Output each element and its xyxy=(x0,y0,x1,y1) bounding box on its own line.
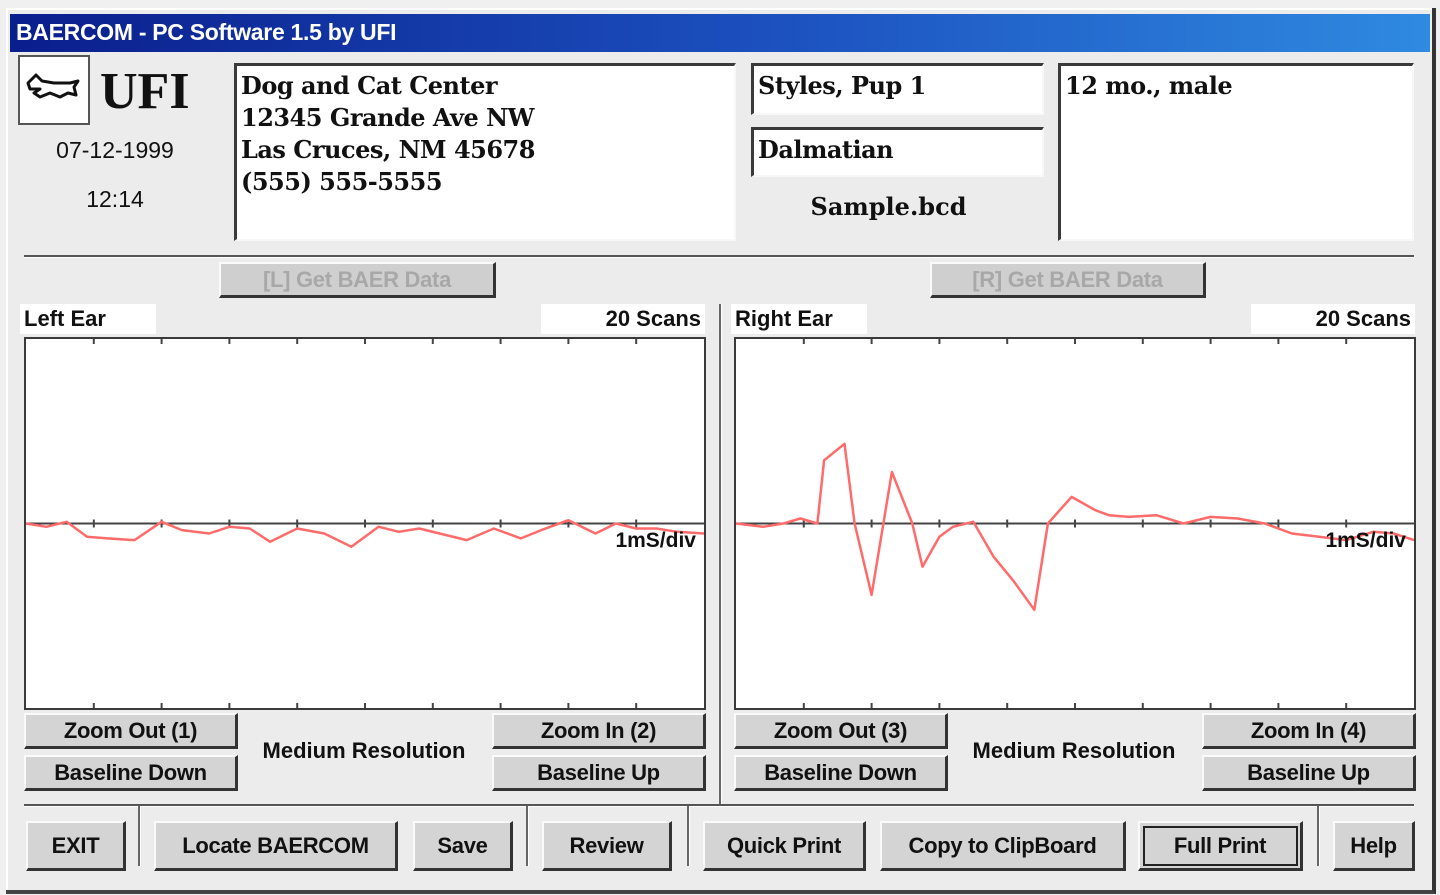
breed-field[interactable]: Dalmatian xyxy=(751,127,1044,177)
time-label: 12:14 xyxy=(86,186,144,212)
date-label: 07-12-1999 xyxy=(56,137,174,163)
file-name-label: Sample.bcd xyxy=(810,192,967,221)
review-button[interactable]: Review xyxy=(542,821,672,871)
toolbar-separator xyxy=(526,806,528,866)
address-line: Dog and Cat Center xyxy=(241,71,498,100)
address-line: Las Cruces, NM 45678 xyxy=(241,135,535,164)
right-scale-label: 1mS/div xyxy=(1325,529,1406,552)
left-zoom-out-button[interactable]: Zoom Out (1) xyxy=(24,713,238,749)
right-baseline-down-button[interactable]: Baseline Down xyxy=(734,755,948,791)
running-dog-icon xyxy=(18,55,90,125)
copy-to-clipboard-button[interactable]: Copy to ClipBoard xyxy=(880,821,1126,871)
right-baseline-up-button[interactable]: Baseline Up xyxy=(1202,755,1416,791)
left-baseline-down-button[interactable]: Baseline Down xyxy=(24,755,238,791)
toolbar-separator xyxy=(1317,806,1319,866)
left-scale-label: 1mS/div xyxy=(615,529,696,552)
quick-print-button[interactable]: Quick Print xyxy=(703,821,866,871)
right-zoom-in-button[interactable]: Zoom In (4) xyxy=(1202,713,1416,749)
left-ear-plot: 1mS/div xyxy=(24,337,706,710)
clinic-address-box[interactable]: Dog and Cat Center 12345 Grande Ave NW L… xyxy=(234,63,736,241)
right-get-baer-data-button[interactable]: [R] Get BAER Data xyxy=(930,262,1206,298)
toolbar-separator xyxy=(687,806,689,866)
full-print-button[interactable]: Full Print xyxy=(1138,821,1303,871)
right-resolution-label: Medium Resolution xyxy=(972,738,1176,763)
patient-info-box[interactable]: 12 mo., male xyxy=(1058,63,1414,241)
help-button[interactable]: Help xyxy=(1333,821,1415,871)
left-ear-label: Left Ear xyxy=(20,304,156,334)
address-line: (555) 555-5555 xyxy=(241,167,443,196)
right-ear-chart xyxy=(736,339,1414,708)
locate-baercom-button[interactable]: Locate BAERCOM xyxy=(154,821,398,871)
right-ear-plot: 1mS/div xyxy=(734,337,1416,710)
save-button[interactable]: Save xyxy=(413,821,513,871)
left-zoom-in-button[interactable]: Zoom In (2) xyxy=(492,713,706,749)
ufi-logo-text: UFI xyxy=(100,63,190,120)
panel-divider xyxy=(719,304,721,804)
address-line: 12345 Grande Ave NW xyxy=(241,103,535,132)
left-baseline-up-button[interactable]: Baseline Up xyxy=(492,755,706,791)
right-zoom-out-button[interactable]: Zoom Out (3) xyxy=(734,713,948,749)
window-title: BAERCOM - PC Software 1.5 by UFI xyxy=(16,19,397,45)
right-ear-label: Right Ear xyxy=(731,304,867,334)
title-bar[interactable]: BAERCOM - PC Software 1.5 by UFI xyxy=(10,14,1430,52)
exit-button[interactable]: EXIT xyxy=(26,821,126,871)
divider xyxy=(24,804,1414,806)
right-scans-label: 20 Scans xyxy=(1251,304,1415,334)
left-resolution-label: Medium Resolution xyxy=(262,738,466,763)
left-get-baer-data-button[interactable]: [L] Get BAER Data xyxy=(219,262,496,298)
left-scans-label: 20 Scans xyxy=(541,304,705,334)
left-ear-chart xyxy=(26,339,704,708)
toolbar-separator xyxy=(138,806,140,866)
divider xyxy=(24,255,1414,257)
patient-name-field[interactable]: Styles, Pup 1 xyxy=(751,63,1044,115)
